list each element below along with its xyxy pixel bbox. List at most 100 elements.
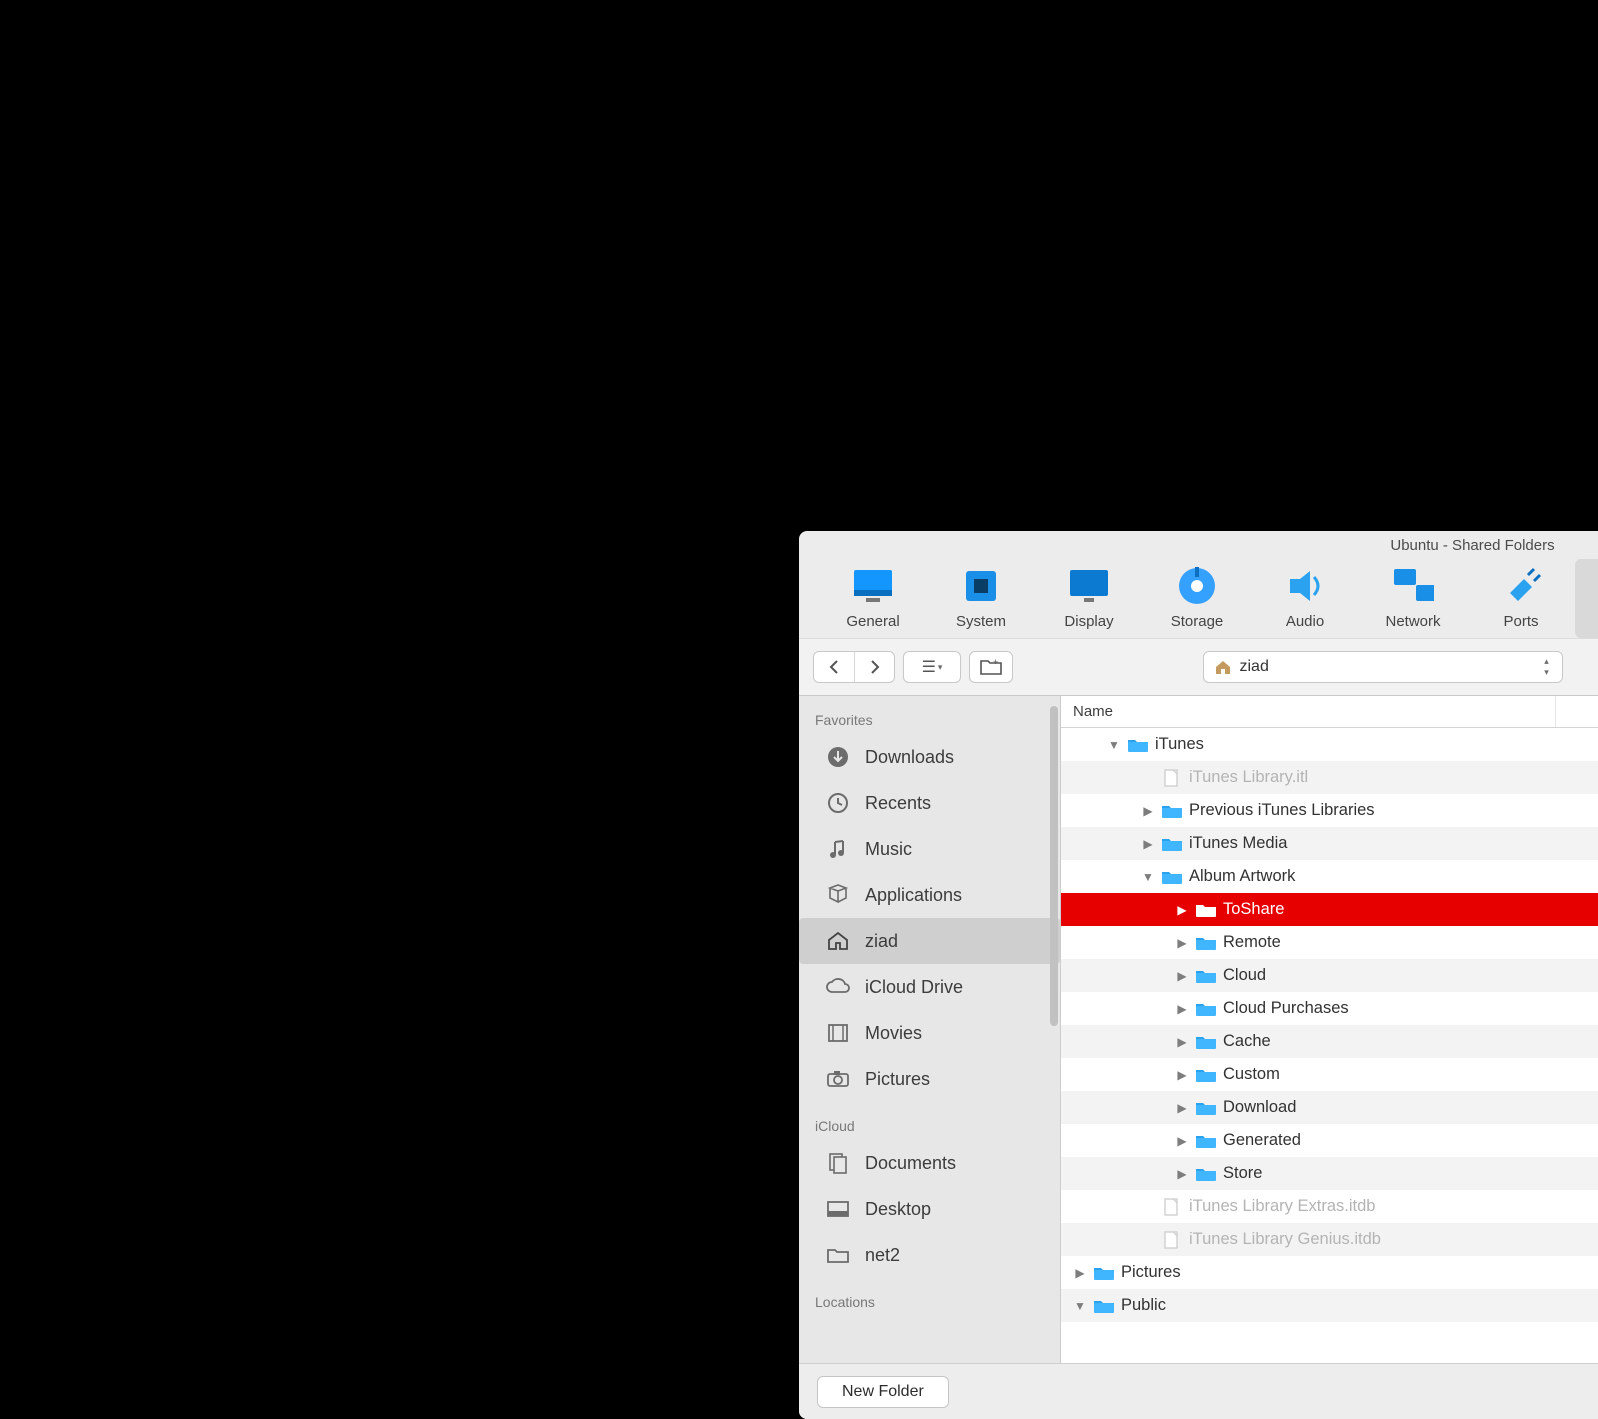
dialog-footer: New Folder Cancel Open — [799, 1363, 1598, 1419]
speaker-icon — [1284, 565, 1326, 607]
tab-label: Display — [1064, 613, 1113, 630]
tab-label: System — [956, 613, 1006, 630]
tab-storage[interactable]: Storage — [1143, 559, 1251, 638]
folder-icon — [1127, 736, 1149, 754]
file-row[interactable]: ▶ToShare--FolderToday at 22:35 — [1061, 893, 1598, 926]
tab-display[interactable]: Display — [1035, 559, 1143, 638]
sidebar-item-music[interactable]: Music — [799, 826, 1060, 872]
file-row[interactable]: iTunes Library.itl6 KBiT...FileMar 19, 2… — [1061, 761, 1598, 794]
chevron-right-icon — [869, 660, 881, 674]
disclosure-triangle-icon[interactable]: ▶ — [1073, 1266, 1087, 1280]
new-folder-toolbar-button[interactable]: + — [969, 651, 1013, 683]
disclosure-triangle-icon[interactable]: ▶ — [1175, 1134, 1189, 1148]
chevron-left-icon — [828, 660, 840, 674]
file-row[interactable]: ▶Download--FolderOct 20, 2018 at 11:04 — [1061, 1091, 1598, 1124]
file-row[interactable]: ▼Public--FolderJan 1, 2016 at 01:46 — [1061, 1289, 1598, 1322]
folder-icon — [1195, 1132, 1217, 1150]
file-size: -- — [1556, 1131, 1598, 1150]
sidebar-item-pictures[interactable]: Pictures — [799, 1056, 1060, 1102]
file-row[interactable]: ▶Pictures--FolderJan 1, 2016 at 01:46 — [1061, 1256, 1598, 1289]
tab-label: Network — [1385, 613, 1440, 630]
file-row[interactable]: ▶Custom--FolderOct 20, 2018 at 11:04 — [1061, 1058, 1598, 1091]
disclosure-triangle-icon[interactable]: ▶ — [1141, 837, 1155, 851]
file-name: Previous iTunes Libraries — [1189, 801, 1375, 820]
path-popup[interactable]: ziad ▴▾ — [1203, 651, 1563, 683]
folder-icon — [1195, 1000, 1217, 1018]
file-size: 33 KB — [1556, 1230, 1598, 1249]
forward-button[interactable] — [854, 652, 894, 682]
disclosure-triangle-icon[interactable]: ▶ — [1175, 1167, 1189, 1181]
file-row[interactable]: ▶Store--FolderOct 20, 2018 at 11:04 — [1061, 1157, 1598, 1190]
desktop-icon — [825, 1196, 851, 1222]
sidebar-group-icloud: iCloud — [799, 1112, 1060, 1140]
file-name: Cache — [1223, 1032, 1271, 1051]
file-row[interactable]: ▶Cache--FolderOct 20, 2018 at 11:04 — [1061, 1025, 1598, 1058]
tab-audio[interactable]: Audio — [1251, 559, 1359, 638]
file-row[interactable]: ▶Previous iTunes Libraries--FolderOct 21… — [1061, 794, 1598, 827]
file-size: -- — [1556, 933, 1598, 952]
file-row[interactable]: ▼iTunes--FolderOct 20, 2018 at 11:04 — [1061, 728, 1598, 761]
view-mode-toggle[interactable]: ☰ ▾ — [903, 651, 961, 683]
back-button[interactable] — [814, 652, 854, 682]
tab-general[interactable]: General — [819, 559, 927, 638]
documents-icon — [825, 1150, 851, 1176]
svg-text:+: + — [993, 658, 998, 667]
tab-label: Audio — [1286, 613, 1324, 630]
folder-icon — [1195, 1099, 1217, 1117]
disclosure-triangle-icon[interactable]: ▶ — [1175, 1101, 1189, 1115]
disclosure-triangle-icon[interactable]: ▶ — [1175, 969, 1189, 983]
folder-icon — [1195, 1033, 1217, 1051]
file-row[interactable]: iTunes Library Genius.itdb33 KBDocOct 20… — [1061, 1223, 1598, 1256]
folder-icon — [1195, 967, 1217, 985]
sidebar-item-label: ziad — [865, 931, 898, 952]
music-icon — [825, 836, 851, 862]
sidebar-item-label: net2 — [865, 1245, 900, 1266]
folder-icon — [1195, 901, 1217, 919]
file-name: ToShare — [1223, 900, 1284, 919]
disclosure-triangle-icon[interactable]: ▶ — [1141, 804, 1155, 818]
sidebar-item-recents[interactable]: Recents — [799, 780, 1060, 826]
sidebar-item-icloud-drive[interactable]: iCloud Drive — [799, 964, 1060, 1010]
file-name: Generated — [1223, 1131, 1301, 1150]
folder-plus-icon: + — [980, 658, 1002, 676]
disclosure-triangle-icon[interactable]: ▶ — [1175, 903, 1189, 917]
tab-ports[interactable]: Ports — [1467, 559, 1575, 638]
disclosure-triangle-icon[interactable]: ▶ — [1175, 1035, 1189, 1049]
folder-icon — [1195, 934, 1217, 952]
tab-system[interactable]: System — [927, 559, 1035, 638]
sidebar-item-documents[interactable]: Documents — [799, 1140, 1060, 1186]
list-view-button[interactable]: ☰ ▾ — [904, 652, 960, 682]
file-name: Cloud — [1223, 966, 1266, 985]
file-row[interactable]: iTunes Library Extras.itdb16 KBDocOct 20… — [1061, 1190, 1598, 1223]
plug-icon — [1500, 565, 1542, 607]
home-icon — [1214, 659, 1232, 675]
file-size: -- — [1556, 999, 1598, 1018]
sidebar-item-net2[interactable]: net2 — [799, 1232, 1060, 1278]
col-size[interactable]: Size — [1556, 696, 1598, 727]
new-folder-button[interactable]: New Folder — [817, 1376, 949, 1408]
disclosure-triangle-icon[interactable]: ▼ — [1073, 1299, 1087, 1313]
sidebar-scrollbar[interactable] — [1050, 706, 1058, 1026]
disclosure-triangle-icon[interactable]: ▼ — [1141, 870, 1155, 884]
sidebar-item-ziad[interactable]: ziad — [799, 918, 1060, 964]
file-row[interactable]: ▶Cloud Purchases--FolderOct 21, 2018 at … — [1061, 992, 1598, 1025]
file-row[interactable]: ▼Album Artwork--FolderOct 20, 2018 at 11… — [1061, 860, 1598, 893]
sidebar-item-desktop[interactable]: Desktop — [799, 1186, 1060, 1232]
sidebar-item-movies[interactable]: Movies — [799, 1010, 1060, 1056]
disclosure-triangle-icon[interactable]: ▼ — [1107, 738, 1121, 752]
col-name[interactable]: Name — [1061, 696, 1556, 727]
disclosure-triangle-icon[interactable]: ▶ — [1175, 1068, 1189, 1082]
sidebar-item-downloads[interactable]: Downloads — [799, 734, 1060, 780]
sidebar-item-applications[interactable]: Applications — [799, 872, 1060, 918]
file-row[interactable]: ▶iTunes Media--FolderOct 20, 2018 at 11:… — [1061, 827, 1598, 860]
file-row[interactable]: ▶Generated--FolderOct 20, 2018 at 11:04 — [1061, 1124, 1598, 1157]
file-row[interactable]: ▶Cloud--FolderJan 26, 2019 at 10:04 — [1061, 959, 1598, 992]
disclosure-triangle-icon[interactable]: ▶ — [1175, 1002, 1189, 1016]
tab-shared-folders[interactable]: Shared Folders — [1575, 559, 1598, 638]
disclosure-triangle-icon[interactable]: ▶ — [1175, 936, 1189, 950]
file-row[interactable]: ▶Remote--FolderJan 31, 2019 at 06:45 — [1061, 926, 1598, 959]
tab-network[interactable]: Network — [1359, 559, 1467, 638]
rows-container: ▼iTunes--FolderOct 20, 2018 at 11:04iTun… — [1061, 728, 1598, 1363]
sidebar-item-label: Movies — [865, 1023, 922, 1044]
file-name: iTunes Library.itl — [1189, 768, 1308, 787]
